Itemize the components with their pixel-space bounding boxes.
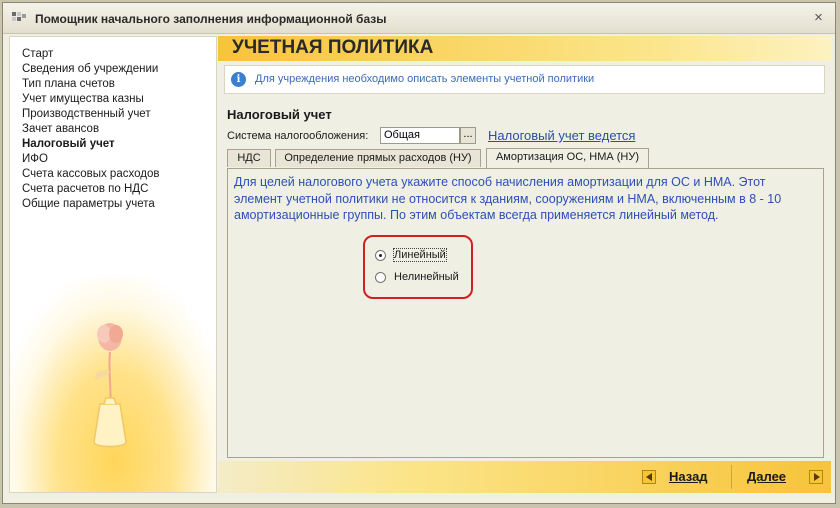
tab-panel-depreciation: Для целей налогового учета укажите спосо… — [227, 168, 824, 458]
info-bar: i Для учреждения необходимо описать элем… — [224, 65, 825, 94]
sidebar-item-tax-accounting[interactable]: Налоговый учет — [22, 137, 216, 152]
window-title: Помощник начального заполнения информаци… — [35, 12, 387, 26]
back-button-label[interactable]: Назад — [669, 469, 708, 484]
back-button[interactable]: Назад — [642, 469, 722, 486]
sidebar-item-ifo[interactable]: ИФО — [22, 152, 216, 167]
radio-linear-label[interactable]: Линейный — [393, 248, 447, 262]
wizard-window: Помощник начального заполнения информаци… — [2, 2, 836, 504]
radio-linear-circle[interactable] — [375, 250, 386, 261]
flower-vase-icon — [93, 323, 127, 448]
app-icon — [12, 12, 26, 21]
arrow-left-icon[interactable] — [642, 470, 656, 484]
tab-direct-expenses[interactable]: Определение прямых расходов (НУ) — [275, 149, 481, 167]
page-title-bar: УЧЕТНАЯ ПОЛИТИКА — [218, 36, 831, 61]
depreciation-method-group: Линейный Нелинейный — [363, 235, 473, 299]
close-icon[interactable]: × — [810, 10, 827, 27]
info-icon: i — [231, 72, 246, 87]
depreciation-instructions: Для целей налогового учета укажите спосо… — [234, 175, 782, 222]
sidebar-nav: Старт Сведения об учреждении Тип плана с… — [10, 37, 216, 212]
tab-depreciation[interactable]: Амортизация ОС, НМА (НУ) — [486, 148, 649, 168]
sidebar-item-vat-accounts[interactable]: Счета расчетов по НДС — [22, 182, 216, 197]
sidebar: Старт Сведения об учреждении Тип плана с… — [9, 36, 217, 493]
sidebar-item-production-accounting[interactable]: Производственный учет — [22, 107, 216, 122]
tab-vat[interactable]: НДС — [227, 149, 271, 167]
arrow-right-icon[interactable] — [809, 470, 823, 484]
next-button-label[interactable]: Далее — [747, 469, 786, 484]
sidebar-item-treasury-property[interactable]: Учет имущества казны — [22, 92, 216, 107]
tax-system-field[interactable]: Общая — [380, 127, 460, 144]
main-content: УЧЕТНАЯ ПОЛИТИКА i Для учреждения необхо… — [218, 36, 831, 493]
sidebar-item-general-parameters[interactable]: Общие параметры учета — [22, 197, 216, 212]
sidebar-item-start[interactable]: Старт — [22, 47, 216, 62]
tax-system-label: Система налогообложения: — [227, 130, 369, 142]
title-bar: Помощник начального заполнения информаци… — [3, 3, 835, 34]
radio-nonlinear-label[interactable]: Нелинейный — [394, 271, 459, 283]
sidebar-item-cash-expense-accounts[interactable]: Счета кассовых расходов — [22, 167, 216, 182]
section-title: Налоговый учет — [227, 107, 332, 122]
next-button[interactable]: Далее — [747, 469, 827, 486]
sidebar-item-chart-of-accounts-type[interactable]: Тип плана счетов — [22, 77, 216, 92]
radio-nonlinear-circle[interactable] — [375, 272, 386, 283]
sidebar-item-advances-offset[interactable]: Зачет авансов — [22, 122, 216, 137]
footer-separator — [731, 465, 732, 489]
info-text: Для учреждения необходимо описать элемен… — [255, 73, 595, 85]
page-title: УЧЕТНАЯ ПОЛИТИКА — [232, 37, 434, 58]
footer-bar: Назад Далее — [218, 461, 831, 493]
tax-system-select-button[interactable]: ... — [460, 127, 476, 144]
tax-accounting-link[interactable]: Налоговый учет ведется — [488, 128, 635, 143]
sidebar-item-institution-info[interactable]: Сведения об учреждении — [22, 62, 216, 77]
